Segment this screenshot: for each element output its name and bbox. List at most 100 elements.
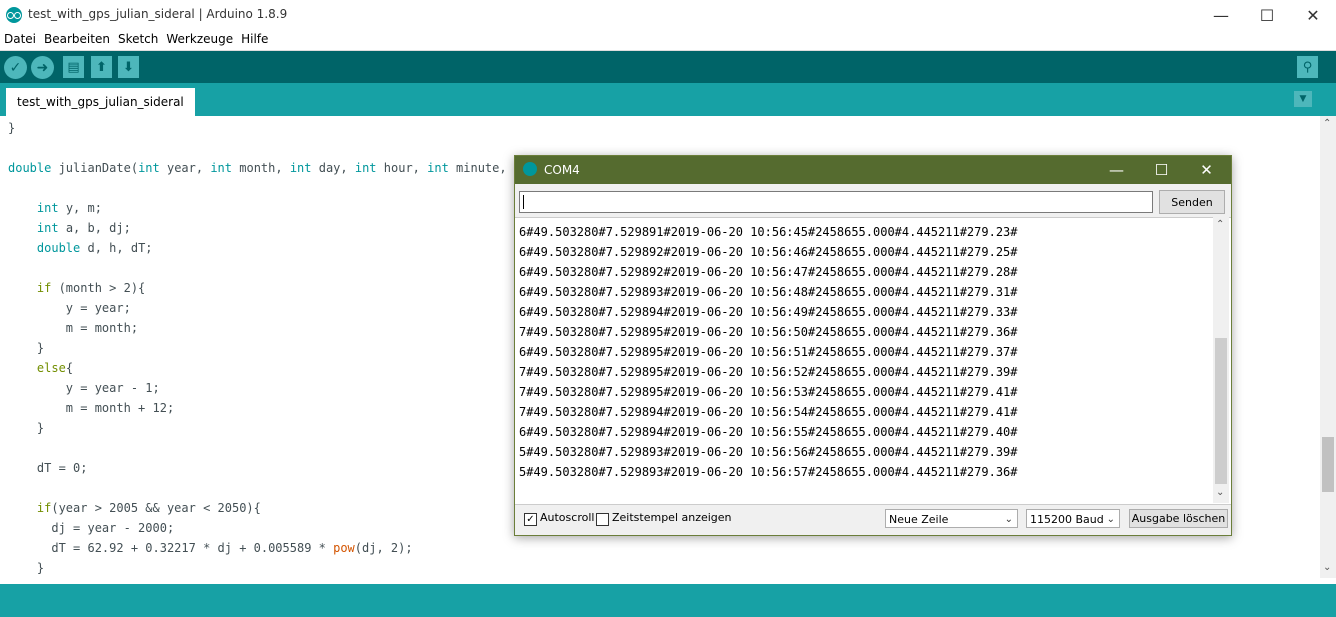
- timestamp-checkbox[interactable]: [596, 513, 609, 526]
- serial-output[interactable]: 6#49.503280#7.529891#2019-06-20 10:56:45…: [515, 217, 1231, 505]
- menu-bearbeiten[interactable]: Bearbeiten: [40, 30, 114, 46]
- serial-title-bar: COM4 — ☐ ✕: [515, 156, 1231, 184]
- arduino-logo-icon: [523, 162, 537, 176]
- code-token: hour,: [376, 161, 428, 175]
- close-button[interactable]: ✕: [1290, 0, 1336, 30]
- open-sketch-icon[interactable]: ⬆: [91, 56, 112, 78]
- serial-minimize-button[interactable]: —: [1094, 156, 1139, 184]
- editor-scrollbar[interactable]: ⌃ ⌄: [1320, 116, 1336, 578]
- serial-close-button[interactable]: ✕: [1184, 156, 1229, 184]
- code-token: }: [8, 121, 16, 135]
- baud-rate-select[interactable]: 115200 Baud ⌄: [1026, 509, 1120, 528]
- scroll-down-icon[interactable]: ⌄: [1323, 562, 1331, 573]
- serial-output-line: 7#49.503280#7.529894#2019-06-20 10:56:54…: [519, 405, 1018, 419]
- serial-output-line: 7#49.503280#7.529895#2019-06-20 10:56:52…: [519, 365, 1018, 379]
- code-token: a, b, dj;: [58, 221, 131, 235]
- code-token: m = month + 12;: [8, 401, 175, 415]
- tab-sketch[interactable]: test_with_gps_julian_sideral: [6, 88, 195, 116]
- upload-icon[interactable]: ➜: [31, 56, 54, 79]
- serial-output-line: 6#49.503280#7.529893#2019-06-20 10:56:48…: [519, 285, 1018, 299]
- save-sketch-icon[interactable]: ⬇: [118, 56, 139, 78]
- chevron-down-icon: ⌄: [1004, 514, 1013, 525]
- code-token: int: [138, 161, 160, 175]
- timestamp-label: Zeitstempel anzeigen: [612, 511, 732, 524]
- line-ending-value: Neue Zeile: [889, 513, 949, 526]
- serial-output-line: 6#49.503280#7.529891#2019-06-20 10:56:45…: [519, 225, 1018, 239]
- code-token: }: [8, 561, 45, 575]
- code-token: double: [8, 161, 52, 175]
- code-token: (dj, 2);: [354, 541, 413, 555]
- code-line: int a, b, dj;: [8, 218, 131, 238]
- code-line: }: [8, 418, 44, 438]
- serial-output-line: 7#49.503280#7.529895#2019-06-20 10:56:50…: [519, 325, 1018, 339]
- serial-maximize-button[interactable]: ☐: [1139, 156, 1184, 184]
- clear-output-button[interactable]: Ausgabe löschen: [1129, 509, 1228, 528]
- code-token: int: [36, 201, 59, 215]
- code-line: double d, h, dT;: [8, 238, 153, 258]
- serial-scroll-thumb[interactable]: [1215, 338, 1227, 484]
- code-token: int: [427, 161, 449, 175]
- code-token: dT = 62.92 + 0.32217 * dj + 0.005589 *: [8, 541, 334, 555]
- window-title: test_with_gps_julian_sideral | Arduino 1…: [28, 7, 288, 21]
- send-button[interactable]: Senden: [1159, 190, 1225, 214]
- toolbar: ✓ ➜ ▤ ⬆ ⬇ ⚲: [0, 51, 1336, 83]
- code-token: year,: [159, 161, 211, 175]
- menu-datei[interactable]: Datei: [0, 30, 40, 46]
- code-token: {: [65, 361, 74, 375]
- maximize-button[interactable]: ☐: [1244, 0, 1290, 30]
- code-token: }: [8, 341, 45, 355]
- scroll-down-icon[interactable]: ⌄: [1216, 487, 1224, 498]
- code-line: dj = year - 2000;: [8, 518, 174, 538]
- code-token: month,: [232, 161, 290, 175]
- code-token: pow: [333, 541, 355, 555]
- editor-scroll-thumb[interactable]: [1322, 437, 1334, 492]
- code-token: y = year - 1;: [8, 381, 160, 395]
- serial-output-line: 6#49.503280#7.529892#2019-06-20 10:56:46…: [519, 245, 1018, 259]
- serial-send-input[interactable]: [519, 191, 1153, 213]
- chevron-down-icon: ⌄: [1106, 514, 1115, 525]
- code-token: y = year;: [8, 301, 131, 315]
- serial-output-line: 6#49.503280#7.529895#2019-06-20 10:56:51…: [519, 345, 1018, 359]
- code-line: }: [8, 558, 44, 578]
- code-line: m = month + 12;: [8, 398, 174, 418]
- new-sketch-icon[interactable]: ▤: [63, 56, 84, 78]
- code-line: y = year - 1;: [8, 378, 160, 398]
- code-token: y, m;: [58, 201, 102, 215]
- arduino-logo-icon: [6, 7, 22, 23]
- serial-monitor-icon[interactable]: ⚲: [1297, 56, 1318, 78]
- scroll-up-icon[interactable]: ⌃: [1323, 118, 1331, 129]
- menu-hilfe[interactable]: Hilfe: [237, 30, 272, 46]
- code-line: int y, m;: [8, 198, 102, 218]
- menu-sketch[interactable]: Sketch: [114, 30, 162, 46]
- title-bar: test_with_gps_julian_sideral | Arduino 1…: [0, 0, 1336, 30]
- code-token: }: [8, 421, 45, 435]
- serial-monitor-window: COM4 — ☐ ✕ Senden 6#49.503280#7.529891#2…: [514, 155, 1232, 536]
- serial-output-line: 6#49.503280#7.529892#2019-06-20 10:56:47…: [519, 265, 1018, 279]
- code-token: d, h, dT;: [80, 241, 153, 255]
- code-line: dT = 62.92 + 0.32217 * dj + 0.005589 * p…: [8, 538, 413, 558]
- verify-icon[interactable]: ✓: [4, 56, 27, 79]
- scroll-up-icon[interactable]: ⌃: [1216, 219, 1224, 230]
- code-token: int: [289, 161, 312, 175]
- tab-menu-icon[interactable]: ▼: [1294, 91, 1312, 107]
- line-ending-select[interactable]: Neue Zeile ⌄: [885, 509, 1018, 528]
- code-line: }: [8, 338, 44, 358]
- code-line: dT = 0;: [8, 458, 88, 478]
- menu-werkzeuge[interactable]: Werkzeuge: [162, 30, 237, 46]
- code-line: if(year > 2005 && year < 2050){: [8, 498, 261, 518]
- menu-bar: Datei Bearbeiten Sketch Werkzeuge Hilfe: [0, 30, 1336, 51]
- code-token: int: [354, 161, 377, 175]
- tab-bar: test_with_gps_julian_sideral ▼: [0, 83, 1336, 116]
- serial-output-line: 6#49.503280#7.529894#2019-06-20 10:56:55…: [519, 425, 1018, 439]
- code-token: else: [36, 361, 66, 375]
- minimize-button[interactable]: —: [1198, 0, 1244, 30]
- code-token: if: [36, 281, 52, 295]
- autoscroll-checkbox[interactable]: ✓: [524, 513, 537, 526]
- autoscroll-label: Autoscroll: [540, 511, 595, 524]
